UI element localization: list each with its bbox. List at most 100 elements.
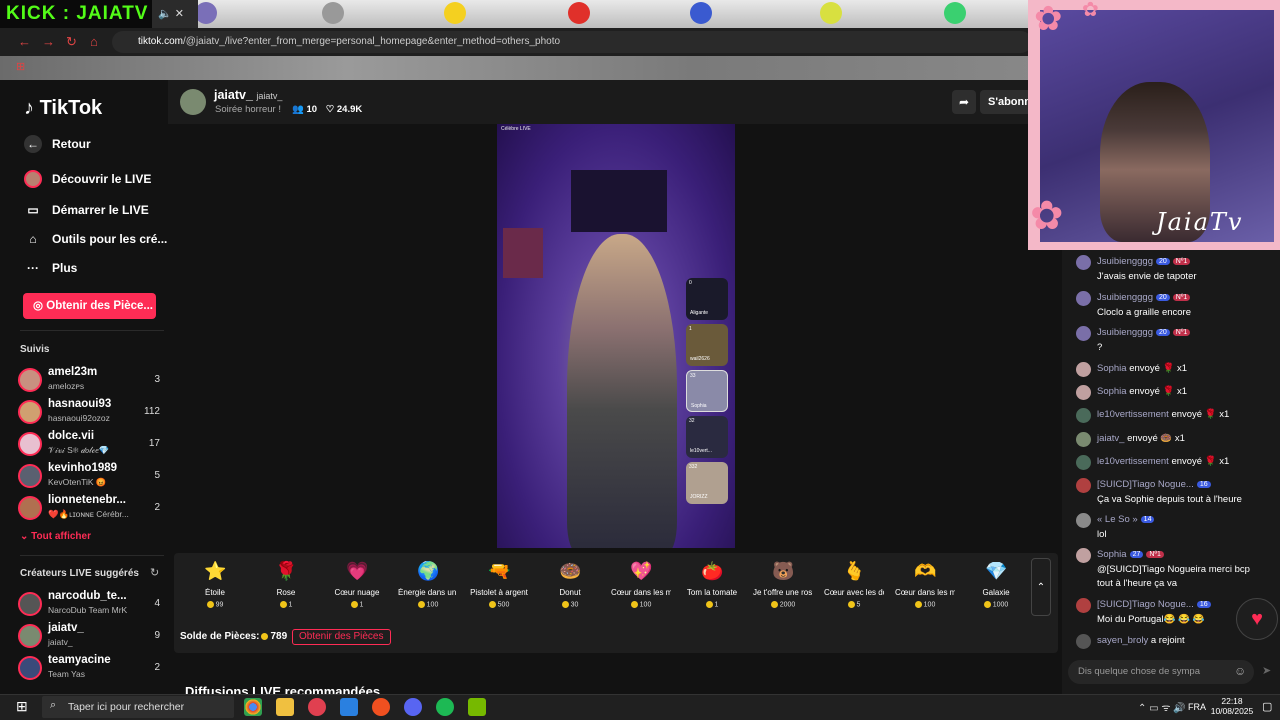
like-heart-icon[interactable]: ♥: [1236, 598, 1278, 640]
gift-item[interactable]: 🍅 Tom la tomate 1: [682, 560, 742, 608]
flower-icon: ✿: [1034, 0, 1063, 38]
coin-icon: [206, 601, 214, 608]
notification-icon[interactable]: ▢: [1262, 700, 1272, 713]
reload-icon[interactable]: ↻: [66, 34, 77, 50]
back-icon[interactable]: ←: [18, 34, 31, 49]
apps-grid-icon[interactable]: ⊞: [16, 60, 25, 73]
viewer-count: 3: [154, 374, 160, 385]
get-coins-button[interactable]: ◎ Obtenir des Pièce...: [23, 293, 156, 319]
address-bar[interactable]: tiktok.com/@jaiatv_/live?enter_from_merg…: [112, 31, 1032, 53]
gift-item[interactable]: 🍩 Donut 30: [540, 560, 600, 608]
nav-more[interactable]: ··· Plus: [24, 259, 77, 277]
account-name: jaiatv_: [48, 622, 84, 634]
chat-line: le10vertissement envoyé 🌹 x1: [1097, 409, 1229, 420]
level-badge: Nº1: [1146, 550, 1164, 558]
host-avatar[interactable]: [180, 89, 206, 115]
chevron-down-icon: ⌄: [20, 531, 29, 542]
followed-account[interactable]: dolce.vii 𝒱𝒾𝓋𝒾 S❄ 𝒹𝑜𝓁𝒸𝑒💎 17: [18, 430, 160, 460]
share-icon[interactable]: ➦: [952, 90, 976, 114]
gift-price: 500: [469, 601, 529, 608]
discord-icon[interactable]: [404, 698, 422, 716]
account-sub: KevOtenTiK 😡: [48, 477, 107, 487]
nav-discover-live[interactable]: Découvrir le LIVE: [24, 170, 151, 188]
gift-name: Pistolet à argent: [470, 588, 528, 597]
taskbar-search[interactable]: Taper ici pour rechercher: [42, 696, 234, 718]
gift-name: Cœur avec les do...: [824, 588, 884, 597]
nav-creator-tools[interactable]: ⌂ Outils pour les cré...: [24, 230, 167, 248]
side-tile[interactable]: 33 Sophia: [686, 370, 728, 412]
gift-item[interactable]: 🌹 Rose 1: [256, 560, 316, 608]
send-icon[interactable]: ➤: [1262, 664, 1271, 677]
chat-user-line: Jsuibiengggg 20 Nº1: [1097, 256, 1191, 267]
chat-user-line: [SUICD]Tiago Nogue... 16: [1097, 479, 1211, 490]
gift-name: Donut: [559, 588, 581, 597]
url-host: tiktok.com: [138, 36, 184, 47]
tab-controls[interactable]: 🔈 ✕: [152, 0, 198, 28]
get-coins-link[interactable]: Obtenir des Pièces: [292, 629, 391, 645]
chat-username: [SUICD]Tiago Nogue...: [1097, 479, 1194, 490]
suggested-account[interactable]: jaiatv_ jaiatv_ 9: [18, 622, 160, 652]
followed-account[interactable]: hasnaoui93 hasnaoui92ᴏᴢᴏᴢ 112: [18, 398, 160, 428]
chat-line: le10vertissement envoyé 🌹 x1: [1097, 456, 1229, 467]
nvidia-icon[interactable]: [468, 698, 486, 716]
gift-item[interactable]: 💎 Galaxie 1000: [966, 560, 1026, 608]
gift-item[interactable]: 🫶 Cœur dans les m... 100: [895, 560, 955, 608]
store-icon[interactable]: [340, 698, 358, 716]
avatar: [1076, 408, 1091, 423]
forward-icon[interactable]: →: [42, 34, 55, 49]
home-icon[interactable]: ⌂: [90, 34, 98, 49]
show-all-link[interactable]: ⌄ Tout afficher: [20, 531, 91, 542]
live-title-text: Soirée horreur !: [215, 104, 282, 115]
tile-rank: 332: [689, 464, 698, 470]
coin-icon: [279, 601, 287, 608]
coin-icon: [561, 601, 569, 608]
app-icon[interactable]: [308, 698, 326, 716]
gift-item[interactable]: 🔫 Pistolet à argent 500: [469, 560, 529, 608]
account-sub: amelᴏᴢᴘs: [48, 381, 85, 391]
coin-icon: [261, 632, 269, 640]
chat-user-line: [SUICD]Tiago Nogue... 16: [1097, 599, 1211, 610]
suggested-account[interactable]: narcodub_te... NarcoDub Team MrK 4: [18, 590, 160, 620]
nav-back[interactable]: ← Retour: [24, 135, 91, 153]
side-tile[interactable]: 332 JORIZZ: [686, 462, 728, 504]
followed-account[interactable]: kevinho1989 KevOtenTiK 😡 5: [18, 462, 160, 492]
gift-price: 1: [682, 601, 742, 608]
live-header: [168, 80, 1040, 124]
gift-item[interactable]: ⭐ Étoile 99: [185, 560, 245, 608]
spotify-icon[interactable]: [436, 698, 454, 716]
tiktok-logo[interactable]: ♪ TikTok: [24, 97, 102, 120]
chat-input[interactable]: Dis quelque chose de sympa: [1068, 660, 1254, 684]
clock[interactable]: 22:18 10/08/2025: [1210, 696, 1254, 716]
side-tile[interactable]: 32 le10vert...: [686, 416, 728, 458]
chat-username: sayen_broly: [1097, 635, 1149, 646]
refresh-icon[interactable]: ↻: [150, 566, 159, 579]
nav-start-live[interactable]: ▭ Démarrer le LIVE: [24, 201, 148, 219]
gift-item[interactable]: 🫰 Cœur avec les do... 5: [824, 560, 884, 608]
chrome-icon[interactable]: [244, 698, 262, 716]
tile-name: Sophia: [691, 403, 707, 409]
gift-item[interactable]: 🌍 Énergie dans un ... 100: [398, 560, 458, 608]
chat-message-continuation: tout à l'heure ça va: [1097, 578, 1177, 589]
side-tile[interactable]: 0 Aligante: [686, 278, 728, 320]
viewer-count: 2: [154, 502, 160, 513]
host-name[interactable]: jaiatv_ jaiatv_: [214, 88, 282, 102]
gift-item[interactable]: 💗 Cœur nuage 1: [327, 560, 387, 608]
followed-account[interactable]: amel23m amelᴏᴢᴘs 3: [18, 366, 160, 396]
tray-icons[interactable]: ⌃ ▭ ᯤ 🔊: [1138, 700, 1186, 714]
video-caption: Célèbre LIVE: [501, 126, 531, 132]
suggested-account[interactable]: teamyacine Team Yas 2: [18, 654, 160, 684]
gift-item[interactable]: 🐻 Je t'offre une ros... 2000: [753, 560, 813, 608]
gift-name: Cœur dans les m...: [611, 588, 671, 597]
bookmarks-bar: [0, 56, 1040, 80]
language-indicator[interactable]: FRA: [1188, 702, 1206, 712]
side-tile[interactable]: 1 wail2626: [686, 324, 728, 366]
emoji-icon[interactable]: ☺: [1234, 664, 1246, 678]
ea-icon[interactable]: [372, 698, 390, 716]
gift-item[interactable]: 💖 Cœur dans les m... 100: [611, 560, 671, 608]
followed-account[interactable]: lionnetenebr... ❤️🔥ʟɪᴏɴɴᴇ Cérébr... 2: [18, 494, 160, 524]
chevron-up-icon[interactable]: ⌃: [1031, 558, 1051, 616]
avatar: [18, 624, 42, 648]
windows-start-icon[interactable]: ⊞: [16, 698, 28, 715]
file-explorer-icon[interactable]: [276, 698, 294, 716]
avatar: [18, 464, 42, 488]
